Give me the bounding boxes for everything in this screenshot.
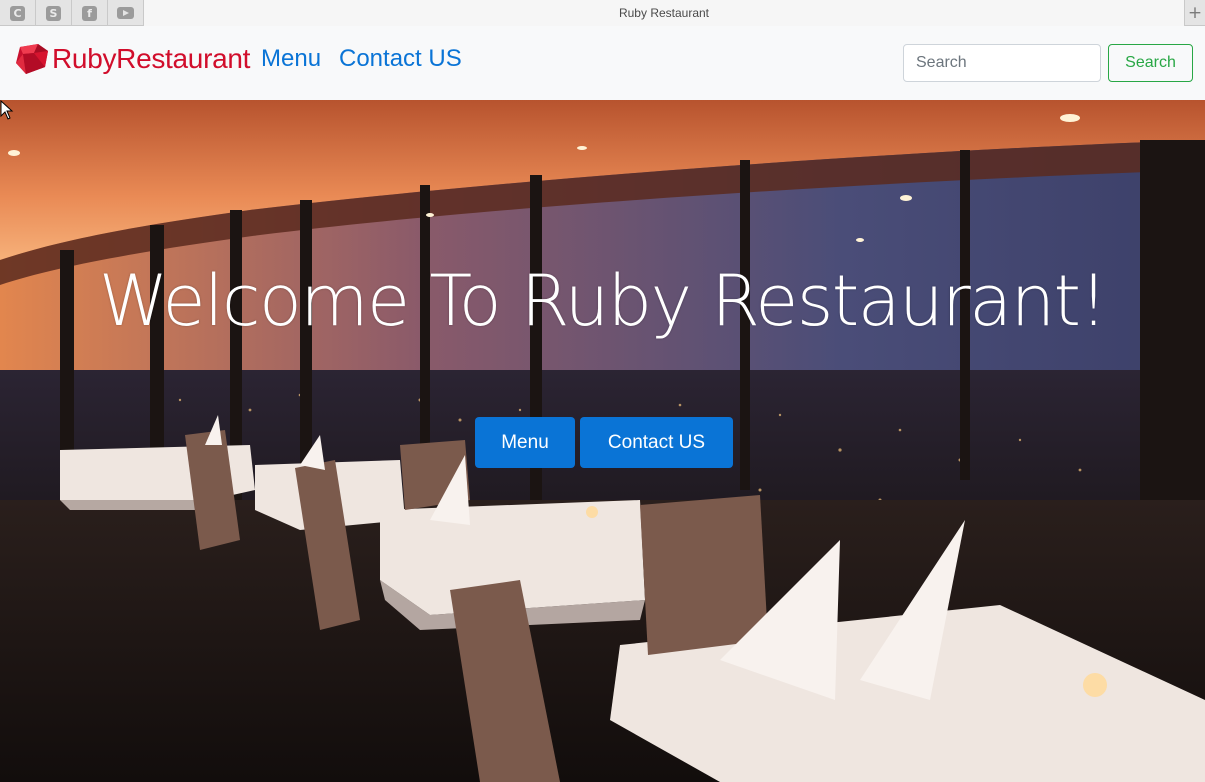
search-button[interactable]: Search [1108, 44, 1193, 82]
search-input[interactable] [903, 44, 1101, 82]
brand-name: RubyRestaurant [52, 43, 251, 74]
s-square-icon: S [46, 5, 61, 21]
mouse-cursor-icon [0, 100, 14, 120]
hero-menu-button[interactable]: Menu [475, 417, 575, 468]
hero-contact-button[interactable]: Contact US [580, 417, 733, 468]
nav-link-menu[interactable]: Menu [261, 45, 321, 73]
hero-title: Welcome To Ruby Restaurant! [98, 260, 1108, 342]
youtube-icon [117, 7, 134, 19]
hero-section: Welcome To Ruby Restaurant! Menu Contact… [0, 100, 1205, 782]
new-tab-button[interactable]: + [1185, 0, 1205, 26]
brand-link[interactable]: RubyRestaurant [14, 41, 250, 77]
facebook-icon: f [82, 5, 97, 21]
active-tab[interactable]: Ruby Restaurant [143, 0, 1185, 26]
nav-link-contact[interactable]: Contact US [339, 45, 462, 73]
ruby-gem-icon [16, 44, 48, 74]
c-square-icon: C [10, 5, 25, 21]
site-navbar: RubyRestaurant Menu Contact US Search [0, 26, 1205, 100]
pinned-tab-facebook[interactable]: f [72, 0, 108, 26]
tab-title: Ruby Restaurant [618, 6, 710, 20]
pinned-tab-c[interactable]: C [0, 0, 36, 26]
pinned-tab-s[interactable]: S [36, 0, 72, 26]
pinned-tab-youtube[interactable] [108, 0, 144, 26]
browser-tab-bar: C S f Ruby Restaurant + [0, 0, 1205, 26]
